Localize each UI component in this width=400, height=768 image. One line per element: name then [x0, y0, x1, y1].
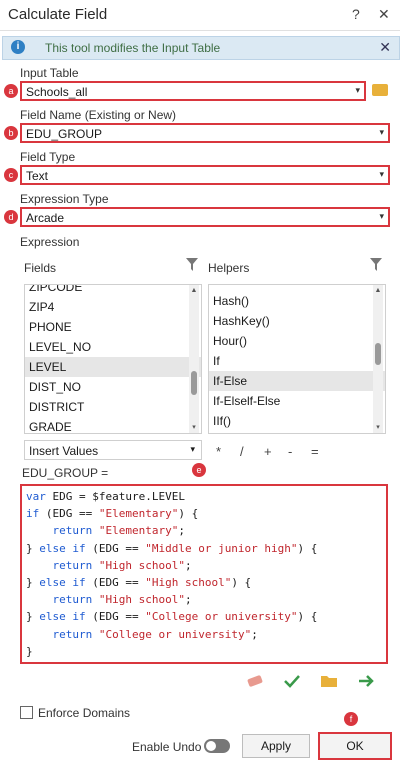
list-item[interactable]: DISTRICT: [25, 397, 201, 417]
scroll-up-icon[interactable]: ▲: [189, 287, 199, 294]
fields-label: Fields: [24, 261, 57, 275]
annotation-badge-c: c: [4, 168, 18, 182]
chevron-down-icon: ▾: [355, 85, 360, 95]
insert-values-value: Insert Values: [29, 444, 99, 458]
scroll-down-icon[interactable]: ▾: [189, 423, 199, 431]
expression-type-label: Expression Type: [20, 192, 109, 206]
fields-list[interactable]: ZIPCODE ZIP4 PHONE LEVEL_NO LEVEL DIST_N…: [24, 284, 202, 434]
insert-values-select[interactable]: Insert Values ▾: [24, 440, 202, 460]
chevron-down-icon: ▾: [190, 444, 195, 454]
annotation-badge-b: b: [4, 126, 18, 140]
close-button[interactable]: ✕: [378, 6, 390, 23]
field-type-value: Text: [26, 169, 49, 183]
list-item[interactable]: Hash(): [209, 291, 385, 311]
chevron-down-icon: ▾: [379, 127, 384, 137]
verify-check-icon[interactable]: [284, 674, 300, 688]
expression-code-editor[interactable]: var EDG = $feature.LEVEL if (EDG == "Ele…: [20, 484, 388, 664]
info-message: This tool modifies the Input Table: [45, 41, 221, 55]
list-item[interactable]: Hour(): [209, 331, 385, 351]
field-name-label: Field Name (Existing or New): [20, 108, 177, 122]
expression-type-select[interactable]: Arcade ▾: [20, 207, 390, 227]
code-target-label: EDU_GROUP =: [22, 466, 109, 480]
annotation-badge-e: e: [192, 463, 206, 477]
toggle-knob: [206, 741, 216, 751]
info-icon: i: [11, 40, 25, 54]
folder-open-icon[interactable]: [320, 674, 338, 688]
chevron-down-icon: ▾: [379, 211, 384, 221]
list-item[interactable]: ZIP4: [25, 297, 201, 317]
eraser-icon[interactable]: [246, 674, 264, 688]
input-table-value: Schools_all: [26, 85, 88, 99]
operator-plus-button[interactable]: +: [264, 444, 272, 459]
helpers-list[interactable]: Hash() HashKey() Hour() If If-Else If-El…: [208, 284, 386, 434]
scroll-thumb[interactable]: [375, 343, 381, 365]
list-item[interactable]: If: [209, 351, 385, 371]
export-arrow-icon[interactable]: [358, 674, 376, 688]
enforce-domains-checkbox[interactable]: [20, 706, 33, 719]
field-type-label: Field Type: [20, 150, 76, 164]
list-item[interactable]: ZIPCODE: [25, 285, 201, 297]
fields-scrollbar[interactable]: ▲ ▾: [189, 285, 199, 433]
list-item[interactable]: HashKey(): [209, 311, 385, 331]
list-item-selected[interactable]: If-Else: [209, 371, 385, 391]
expression-type-value: Arcade: [26, 211, 65, 225]
enforce-domains-label: Enforce Domains: [38, 706, 131, 720]
list-item[interactable]: DIST_NO: [25, 377, 201, 397]
filter-icon[interactable]: [370, 258, 382, 272]
annotation-badge-d: d: [4, 210, 18, 224]
title-bar: Calculate Field ? ✕: [0, 0, 400, 31]
window-title: Calculate Field: [8, 6, 108, 23]
annotation-badge-a: a: [4, 84, 18, 98]
helpers-scrollbar[interactable]: ▲ ▾: [373, 285, 383, 433]
ok-button[interactable]: OK: [318, 732, 392, 760]
field-type-select[interactable]: Text ▾: [20, 165, 390, 185]
input-table-select[interactable]: Schools_all ▾: [20, 81, 366, 101]
list-item[interactable]: LEVEL_NO: [25, 337, 201, 357]
enable-undo-toggle[interactable]: [204, 739, 230, 753]
input-table-label: Input Table: [20, 66, 79, 80]
operator-minus-button[interactable]: -: [288, 444, 292, 459]
info-banner: i This tool modifies the Input Table ✕: [2, 36, 400, 60]
operator-multiply-button[interactable]: *: [216, 444, 221, 459]
field-name-value: EDU_GROUP: [26, 127, 103, 141]
helpers-label: Helpers: [208, 261, 250, 275]
help-button[interactable]: ?: [352, 6, 360, 22]
apply-button[interactable]: Apply: [242, 734, 310, 758]
annotation-badge-f: f: [344, 712, 358, 726]
chevron-down-icon: ▾: [379, 169, 384, 179]
scroll-thumb[interactable]: [191, 371, 197, 395]
info-close-icon[interactable]: ✕: [379, 39, 391, 56]
expression-label: Expression: [20, 235, 80, 249]
list-item[interactable]: If-Elself-Else: [209, 391, 385, 411]
enable-undo-label: Enable Undo: [132, 740, 202, 754]
list-item-selected[interactable]: LEVEL: [25, 357, 201, 377]
scroll-up-icon[interactable]: ▲: [373, 287, 383, 294]
list-item[interactable]: IIf(): [209, 411, 385, 431]
list-item[interactable]: GRADE: [25, 417, 201, 433]
folder-icon[interactable]: [372, 84, 388, 96]
scroll-down-icon[interactable]: ▾: [373, 423, 383, 431]
field-name-select[interactable]: EDU_GROUP ▾: [20, 123, 390, 143]
operator-divide-button[interactable]: /: [240, 444, 244, 459]
list-item[interactable]: PHONE: [25, 317, 201, 337]
filter-icon[interactable]: [186, 258, 198, 272]
operator-equals-button[interactable]: =: [311, 444, 319, 459]
